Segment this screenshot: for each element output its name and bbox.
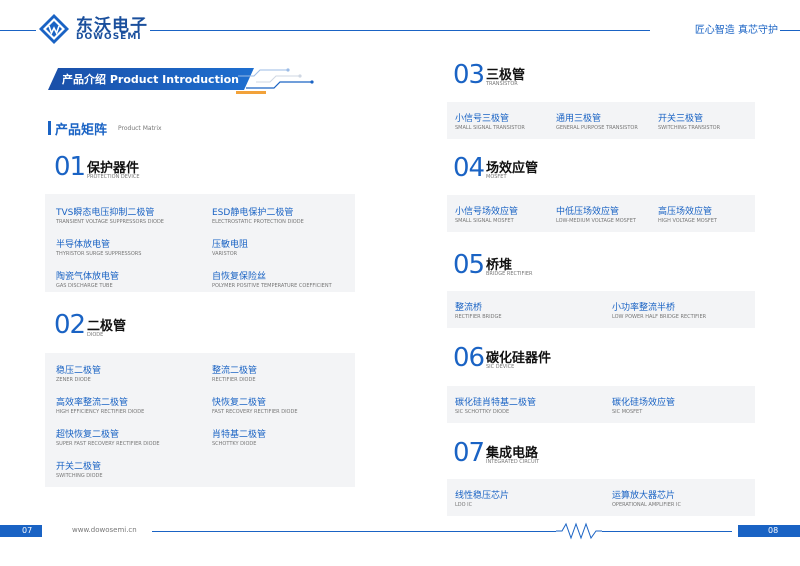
product-item: TVS瞬态电压抑制二极管 <box>56 208 155 218</box>
product-item-en: FAST RECOVERY RECTIFIER DIODE <box>212 409 298 415</box>
product-item: 线性稳压芯片 <box>455 491 510 501</box>
intro-title: 产品介绍 Product Introduction <box>62 73 239 86</box>
website-url: www.dowosemi.cn <box>72 526 137 534</box>
category-number: 07 <box>453 438 485 468</box>
category-number: 04 <box>453 153 485 183</box>
product-item-en: GAS DISCHARGE TUBE <box>56 283 113 289</box>
category-subtitle: INTEGRATED CIRCUIT <box>486 459 540 465</box>
product-item-en: SIC MOSFET <box>612 409 643 415</box>
product-item-en: ZENER DIODE <box>56 377 91 383</box>
product-item-en: SCHOTTKY DIODE <box>212 441 257 447</box>
category-number: 06 <box>453 343 485 373</box>
waveform-decoration <box>556 522 602 540</box>
category-number: 05 <box>453 250 485 280</box>
product-item-en: OPERATIONAL AMPLIFIER IC <box>612 502 681 508</box>
product-item: 通用三极管 <box>556 114 602 124</box>
product-item-en: LOW-MEDIUM VOLTAGE MOSFET <box>556 218 636 224</box>
header-rule-center <box>150 30 650 31</box>
product-item: 超快恢复二极管 <box>56 430 120 440</box>
product-item-en: SMALL SIGNAL TRANSISTOR <box>455 125 525 131</box>
product-item: 小信号场效应管 <box>455 207 519 217</box>
category-subtitle: TRANSISTOR <box>486 81 518 87</box>
product-item-en: TRANSIENT VOLTAGE SUPPRESSORS DIODE <box>56 219 164 225</box>
product-item-en: VARISTOR <box>212 251 238 257</box>
product-item-en: ELECTROSTATIC PROTECTION DIODE <box>212 219 304 225</box>
product-item-en: SMALL SIGNAL MOSFET <box>455 218 514 224</box>
product-item: 半导体放电管 <box>56 240 111 250</box>
product-item: 稳压二极管 <box>56 366 102 376</box>
product-item-en: SIC SCHOTTKY DIODE <box>455 409 510 415</box>
header-rule-left <box>0 30 36 31</box>
product-item-en: HIGH EFFICIENCY RECTIFIER DIODE <box>56 409 145 415</box>
product-item: 高效率整流二极管 <box>56 398 129 408</box>
product-item: 自恢复保险丝 <box>212 272 267 282</box>
product-item-en: SUPER FAST RECOVERY RECTIFIER DIODE <box>56 441 160 447</box>
product-item: 压敏电阻 <box>212 240 249 250</box>
matrix-title: 产品矩阵 <box>55 123 108 138</box>
product-item: 陶瓷气体放电管 <box>56 272 120 282</box>
category-subtitle: MOSFET <box>486 174 507 180</box>
product-item-en: POLYMER POSITIVE TEMPERATURE COEFFICIENT <box>212 283 332 289</box>
page-number-left: 07 <box>0 525 42 537</box>
product-item-en: HIGH VOLTAGE MOSFET <box>658 218 717 224</box>
product-item: 整流二极管 <box>212 366 258 376</box>
product-item-en: THYRISTOR SURGE SUPPRESSORS <box>56 251 142 257</box>
product-item: 高压场效应管 <box>658 207 713 217</box>
product-item-en: SWITCHING TRANSISTOR <box>658 125 721 131</box>
product-item: 碳化硅肖特基二极管 <box>455 398 537 408</box>
matrix-subtitle: Product Matrix <box>118 125 162 132</box>
category-box <box>447 291 755 328</box>
category-subtitle: BRIDGE RECTIFIER <box>486 271 533 277</box>
product-item-en: LDO IC <box>455 502 473 508</box>
product-item: 中低压场效应管 <box>556 207 620 217</box>
footer-rule-right <box>602 531 732 532</box>
product-item: 运算放大器芯片 <box>612 491 676 501</box>
brand-name-en: DOWOSEMI <box>76 32 142 42</box>
product-item: 小信号三极管 <box>455 114 510 124</box>
category-number: 01 <box>54 152 86 182</box>
product-item: 肖特基二极管 <box>212 430 267 440</box>
product-item: ESD静电保护二极管 <box>212 208 294 218</box>
matrix-accent-bar <box>48 121 51 135</box>
circuit-lines-decoration <box>236 68 314 94</box>
logo-icon <box>39 14 69 44</box>
category-number: 03 <box>453 60 485 90</box>
product-item: 碳化硅场效应管 <box>612 398 676 408</box>
page-number-right: 08 <box>738 525 800 537</box>
category-subtitle: DIODE <box>87 332 104 338</box>
category-subtitle: SIC DEVICE <box>486 364 515 370</box>
product-item: 小功率整流半桥 <box>612 303 676 313</box>
footer-rule-left <box>152 531 556 532</box>
product-item-en: LOW POWER HALF BRIDGE RECTIFIER <box>612 314 707 320</box>
product-item-en: RECTIFIER DIODE <box>212 377 256 383</box>
category-subtitle: PROTECTION DEVICE <box>87 174 140 180</box>
header-rule-right <box>780 30 800 31</box>
category-number: 02 <box>54 310 86 340</box>
product-item: 整流桥 <box>455 303 483 313</box>
product-item-en: GENERAL PURPOSE TRANSISTOR <box>556 125 638 131</box>
product-item: 开关二极管 <box>56 462 102 472</box>
product-item: 开关三极管 <box>658 114 704 124</box>
product-item-en: SWITCHING DIODE <box>56 473 103 479</box>
slogan: 匠心智造 真芯守护 <box>694 25 778 36</box>
product-item: 快恢复二极管 <box>212 398 267 408</box>
product-item-en: RECTIFIER BRIDGE <box>455 314 502 320</box>
